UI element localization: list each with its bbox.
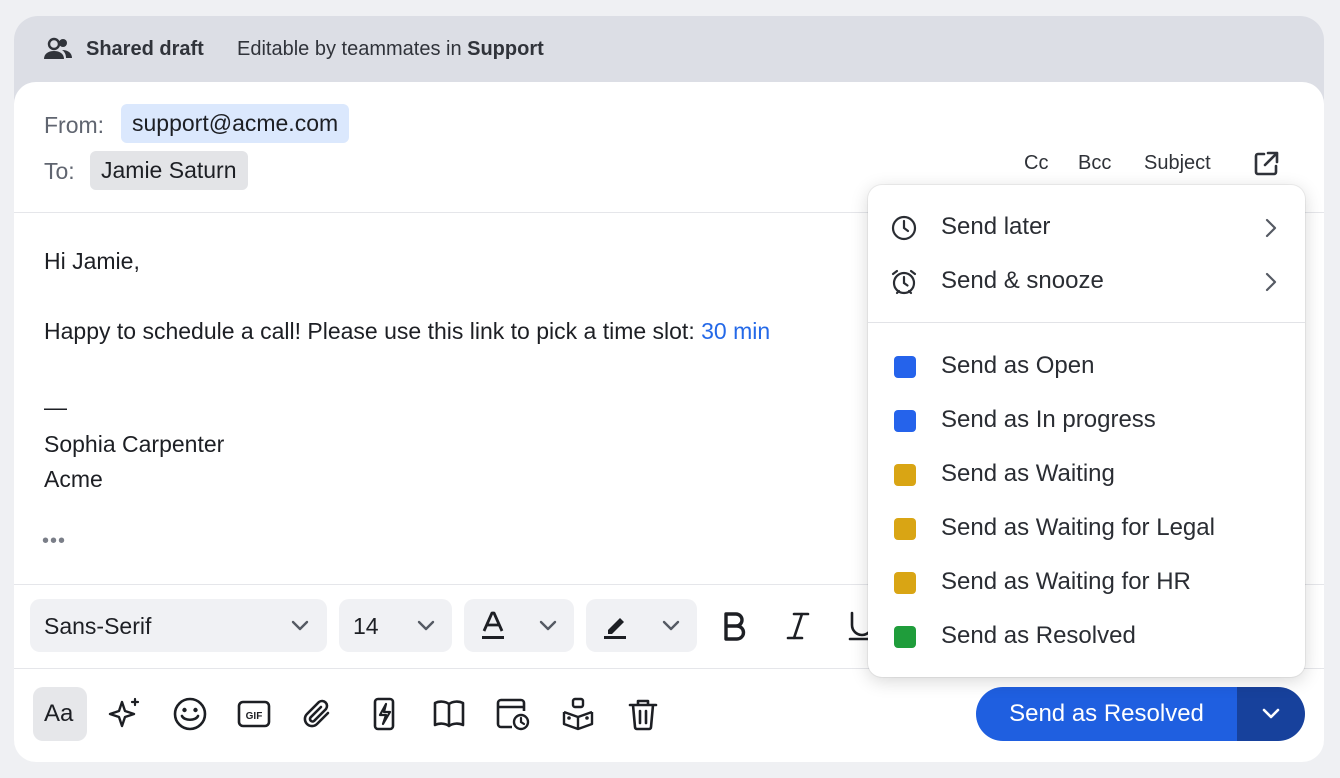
menu-item-send-as-waiting-for-legal[interactable]: Send as Waiting for Legal — [868, 501, 1305, 555]
font-size-select[interactable]: 14 — [339, 599, 452, 652]
menu-item-send-as-resolved[interactable]: Send as Resolved — [868, 609, 1305, 663]
menu-item-label: Send & snooze — [941, 267, 1104, 294]
external-link-icon[interactable] — [1252, 150, 1280, 178]
menu-item-send-as-waiting-for-hr[interactable]: Send as Waiting for HR — [868, 555, 1305, 609]
menu-item-label: Send as Waiting for Legal — [941, 514, 1215, 541]
font-family-select[interactable]: Sans-Serif — [30, 599, 327, 652]
show-trimmed-button[interactable]: ••• — [42, 530, 66, 553]
chevron-down-icon — [539, 620, 557, 631]
menu-divider — [868, 322, 1305, 323]
book-icon[interactable] — [431, 696, 467, 732]
status-color-swatch — [894, 410, 916, 432]
from-label: From: — [44, 112, 105, 138]
signature-name: Sophia Carpenter — [44, 431, 225, 457]
text-color-icon — [482, 611, 504, 639]
chevron-down-icon — [1262, 708, 1280, 719]
svg-text:GIF: GIF — [246, 711, 263, 722]
italic-icon[interactable] — [782, 610, 814, 642]
send-button[interactable]: Send as Resolved — [976, 687, 1237, 741]
text-format-icon[interactable]: Aa — [33, 687, 87, 741]
bold-icon[interactable] — [719, 610, 751, 642]
attachment-icon[interactable] — [301, 696, 337, 732]
body-line-text: Happy to schedule a call! Please use thi… — [44, 318, 695, 344]
menu-item-label: Send as Open — [941, 352, 1095, 379]
subject-button[interactable]: Subject — [1144, 152, 1211, 175]
status-color-swatch — [894, 464, 916, 486]
font-family-value: Sans-Serif — [44, 613, 152, 639]
chevron-down-icon — [291, 620, 309, 631]
menu-item-send-as-open[interactable]: Send as Open — [868, 339, 1305, 393]
shared-draft-team: Support — [467, 38, 544, 60]
menu-item-send-later[interactable]: Send later — [868, 200, 1305, 254]
status-color-swatch — [894, 626, 916, 648]
scheduling-link[interactable]: 30 min — [701, 318, 770, 344]
menu-item-label: Send as Waiting for HR — [941, 568, 1191, 595]
sparkle-icon[interactable] — [107, 696, 143, 732]
to-recipient-chip[interactable]: Jamie Saturn — [90, 151, 248, 190]
chevron-right-icon — [1265, 272, 1277, 292]
gif-icon[interactable]: GIF — [236, 696, 272, 732]
menu-item-label: Send later — [941, 213, 1051, 240]
chevron-down-icon — [417, 620, 435, 631]
highlight-color-select[interactable] — [586, 599, 697, 652]
menu-item-label: Send as Waiting — [941, 460, 1115, 487]
font-size-value: 14 — [353, 613, 379, 639]
menu-item-send-snooze[interactable]: Send & snooze — [868, 254, 1305, 308]
body-greeting[interactable]: Hi Jamie, — [44, 248, 140, 275]
lightning-icon[interactable] — [366, 696, 402, 732]
trash-icon[interactable] — [625, 696, 661, 732]
bcc-button[interactable]: Bcc — [1078, 152, 1111, 175]
status-color-swatch — [894, 572, 916, 594]
highlighter-icon — [604, 618, 626, 639]
to-label: To: — [44, 158, 75, 184]
send-options-button[interactable] — [1237, 687, 1305, 741]
signature-company: Acme — [44, 466, 103, 492]
calendar-clock-icon[interactable] — [495, 696, 531, 732]
emoji-icon[interactable] — [172, 696, 208, 732]
menu-item-send-as-in-progress[interactable]: Send as In progress — [868, 393, 1305, 447]
shared-draft-bar: Shared draft Editable by teammates in Su… — [14, 16, 1324, 82]
shared-draft-subtitle: Editable by teammates in Support — [237, 38, 544, 61]
status-color-swatch — [894, 518, 916, 540]
text-color-select[interactable] — [464, 599, 574, 652]
menu-item-send-as-waiting[interactable]: Send as Waiting — [868, 447, 1305, 501]
alarm-clock-icon — [891, 269, 917, 295]
chevron-down-icon — [662, 620, 680, 631]
chevron-right-icon — [1265, 218, 1277, 238]
signature-dash: — — [44, 394, 67, 420]
users-icon — [44, 37, 72, 59]
menu-item-label: Send as In progress — [941, 406, 1156, 433]
send-options-menu: Send later Send & snooze Send as Open Se… — [868, 185, 1305, 677]
status-color-swatch — [894, 356, 916, 378]
shared-draft-subtitle-prefix: Editable by teammates in — [237, 38, 462, 60]
menu-item-label: Send as Resolved — [941, 622, 1136, 649]
from-chip[interactable]: support@acme.com — [121, 104, 350, 143]
clock-icon — [891, 215, 917, 241]
body-line[interactable]: Happy to schedule a call! Please use thi… — [44, 318, 770, 345]
hierarchy-icon[interactable] — [560, 696, 596, 732]
shared-draft-title: Shared draft — [86, 38, 204, 60]
cc-button[interactable]: Cc — [1024, 152, 1048, 175]
